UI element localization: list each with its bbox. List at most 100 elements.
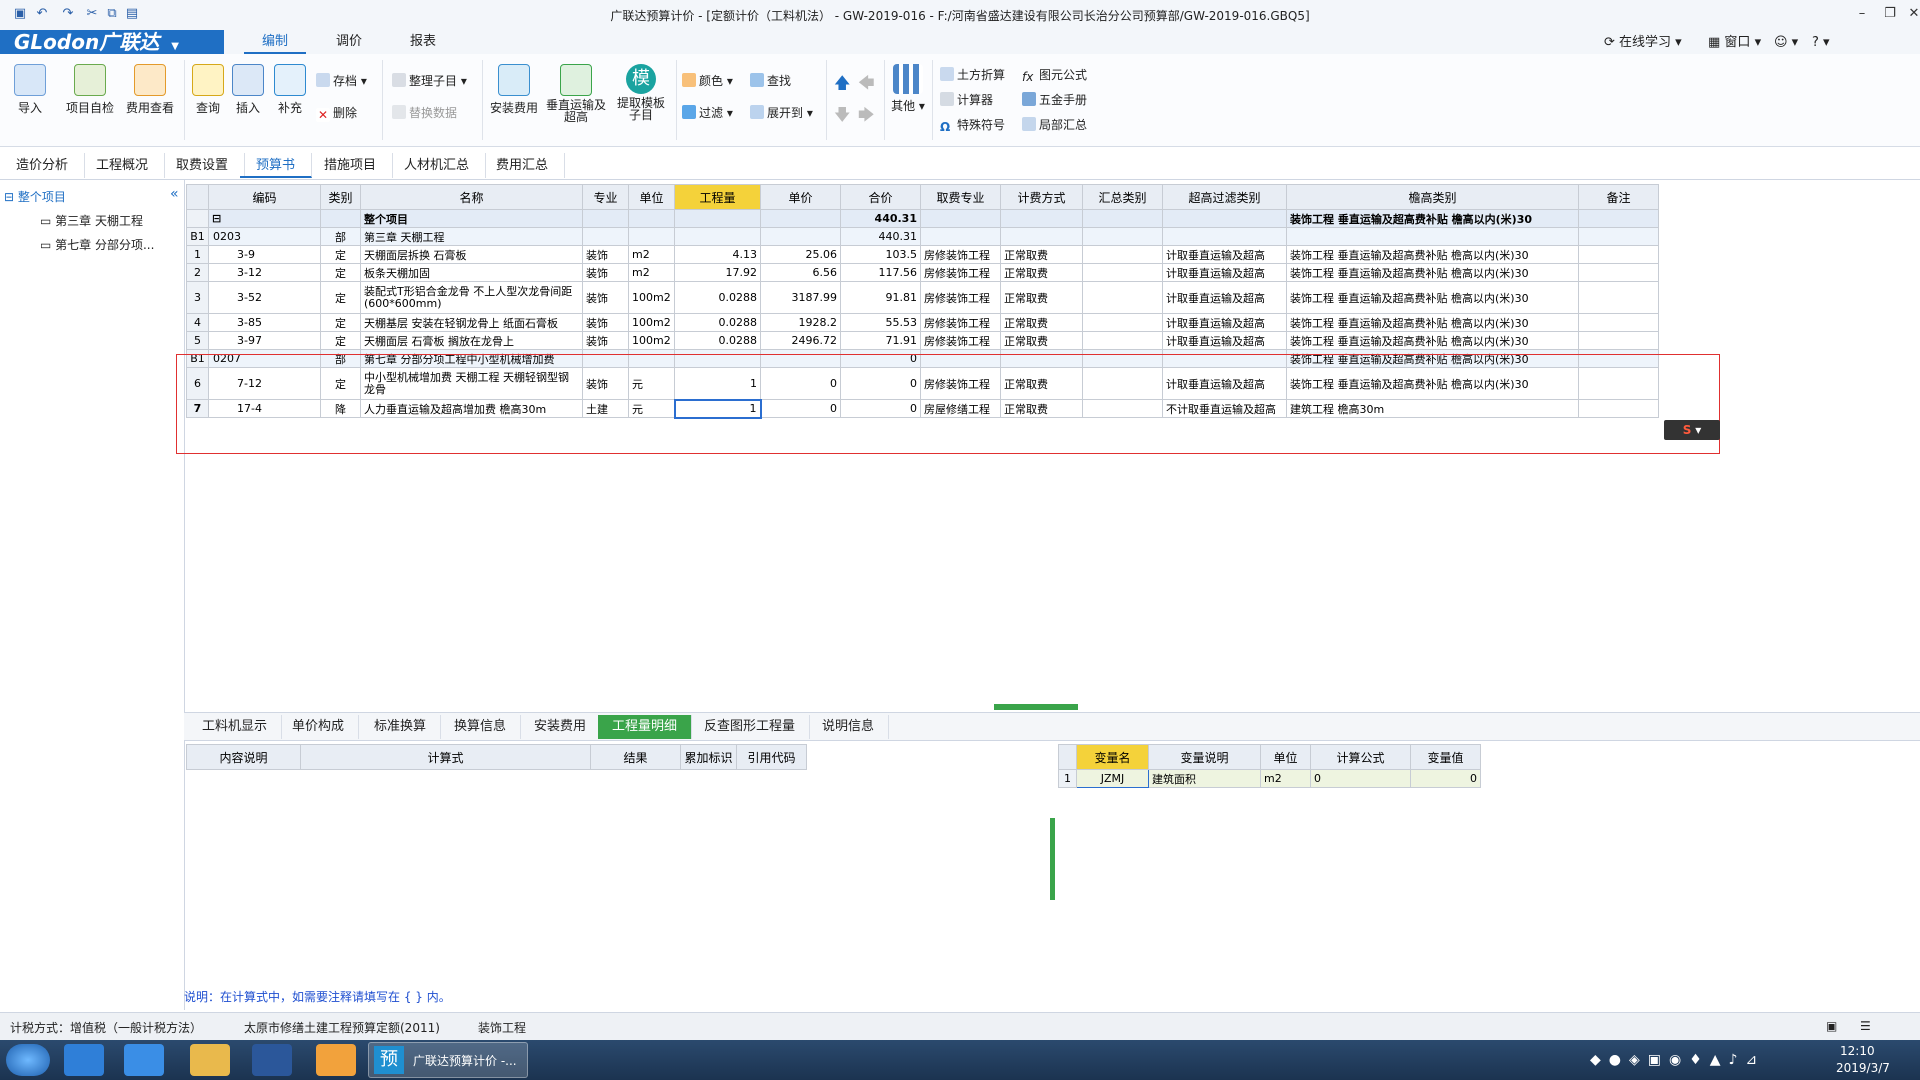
splitter-handle[interactable]	[994, 704, 1078, 710]
cell-code[interactable]: 0203	[208, 227, 321, 246]
cell-code[interactable]: 3-12	[208, 263, 321, 282]
col-remark[interactable]: 备注	[1578, 184, 1659, 210]
table-row[interactable]: 2 3-12 定板条天棚加固 装饰 m2 17.92 6.56 117.56 房修装饰工程 正常取…	[186, 263, 1659, 282]
table-row[interactable]: 3 3-52 定装配式T形铝合金龙骨 不上人型次龙骨间距(600*600mm) 装饰 1…	[186, 281, 1659, 314]
help-icon[interactable]: ? ▾	[1812, 34, 1830, 52]
detail-col-desc[interactable]: 内容说明	[186, 744, 301, 770]
detail-col-formula[interactable]: 计算式	[300, 744, 591, 770]
col-unit[interactable]: 单位	[628, 184, 675, 210]
window-menu[interactable]: ▦ 窗口 ▾	[1708, 34, 1761, 52]
delete-button[interactable]: ✕ 删除	[316, 104, 357, 122]
col-summary-type[interactable]: 汇总类别	[1082, 184, 1163, 210]
table-row[interactable]: 1 JZMJ 建筑面积 m2 0 0	[1058, 769, 1481, 788]
replace-data-button[interactable]: 替换数据	[392, 104, 457, 122]
btab-standard-conversion[interactable]: 标准换算	[360, 715, 442, 739]
folder-icon[interactable]	[190, 1044, 230, 1076]
cell-code[interactable]: 3-97	[208, 331, 321, 350]
move-right-icon[interactable]: 🡆	[858, 104, 875, 131]
ime-toolbar-icon[interactable]: S ▾	[1664, 420, 1720, 440]
move-down-icon[interactable]: 🡇	[834, 104, 850, 131]
extract-template-button[interactable]: 模提取模板子目	[612, 64, 670, 121]
minimize-icon[interactable]: –	[1848, 4, 1876, 24]
table-row[interactable]: 4 3-85 定天棚基层 安装在轻钢龙骨上 纸面石膏板 装饰 100m2 0.0288 19…	[186, 313, 1659, 332]
col-height-filter[interactable]: 超高过滤类别	[1162, 184, 1287, 210]
list-icon[interactable]: ☰	[1860, 1019, 1871, 1033]
start-icon[interactable]	[6, 1044, 50, 1076]
tab-material-summary[interactable]: 人材机汇总	[388, 153, 487, 178]
copy-icon[interactable]: ⧉	[104, 6, 120, 22]
cell-code[interactable]: 3-52	[208, 281, 321, 314]
menu-report[interactable]: 报表	[392, 30, 454, 54]
online-learning-button[interactable]: ⟳ 在线学习 ▾	[1604, 34, 1682, 52]
earthwork-conversion-button[interactable]: 土方折算	[940, 66, 1005, 84]
detail-col-ref[interactable]: 引用代码	[736, 744, 807, 770]
organize-items-button[interactable]: 整理子目 ▾	[392, 72, 467, 90]
install-fee-button[interactable]: 安装费用	[488, 64, 540, 116]
tree-root[interactable]: ⊟ 整个项目	[4, 188, 66, 205]
move-left-icon[interactable]: 🡄	[858, 72, 875, 99]
find-button[interactable]: 查找	[750, 72, 791, 90]
save-icon[interactable]: ▣	[12, 6, 28, 22]
undo-icon[interactable]: ↶	[34, 6, 50, 22]
tab-fee-settings[interactable]: 取费设置	[160, 153, 246, 178]
var-col-unit[interactable]: 单位	[1260, 744, 1311, 770]
btab-conversion-info[interactable]: 换算信息	[440, 715, 522, 739]
col-total[interactable]: 合价	[840, 184, 921, 210]
col-eaves-type[interactable]: 檐高类别	[1286, 184, 1579, 210]
hardware-manual-button[interactable]: 五金手册	[1022, 91, 1087, 109]
table-row[interactable]: 1 3-9 定天棚面层拆换 石膏板 装饰 m2 4.13 25.06 103.5 房修装饰工程正…	[186, 245, 1659, 264]
col-fee-mode[interactable]: 计费方式	[1000, 184, 1083, 210]
menu-edit[interactable]: 编制	[244, 30, 307, 54]
cell-code[interactable]: 3-9	[208, 245, 321, 264]
detail-col-result[interactable]: 结果	[590, 744, 681, 770]
table-row[interactable]: B1 0203 部第三章 天棚工程 440.31	[186, 227, 1659, 246]
btab-quantity-detail[interactable]: 工程量明细	[598, 715, 693, 739]
col-type[interactable]: 类别	[320, 184, 361, 210]
move-up-icon[interactable]: 🡅	[834, 72, 850, 99]
btab-reverse-lookup[interactable]: 反查图形工程量	[690, 715, 811, 739]
cell-code[interactable]: 3-85	[208, 313, 321, 332]
tab-budget-book[interactable]: 预算书	[240, 153, 313, 178]
special-symbol-button[interactable]: Ω 特殊符号	[940, 116, 1005, 134]
close-icon[interactable]: ✕	[1900, 4, 1920, 24]
var-col-value[interactable]: 变量值	[1410, 744, 1481, 770]
app-icon[interactable]	[316, 1044, 356, 1076]
layout-icon[interactable]: ▣	[1826, 1019, 1837, 1033]
var-col-desc[interactable]: 变量说明	[1148, 744, 1261, 770]
tab-cost-analysis[interactable]: 造价分析	[0, 153, 86, 178]
color-button[interactable]: 颜色 ▾	[682, 72, 733, 90]
tree-item-chapter3[interactable]: ▭ 第三章 天棚工程	[40, 212, 143, 229]
var-col-formula[interactable]: 计算公式	[1310, 744, 1411, 770]
btab-description[interactable]: 说明信息	[808, 715, 890, 739]
project-check-button[interactable]: 项目自检	[62, 64, 118, 116]
redo-icon[interactable]: ↷	[60, 6, 76, 22]
import-button[interactable]: 导入	[10, 64, 50, 116]
col-fee-specialty[interactable]: 取费专业	[920, 184, 1001, 210]
cut-icon[interactable]: ✂	[84, 6, 100, 22]
tab-project-overview[interactable]: 工程概况	[80, 153, 166, 178]
col-specialty[interactable]: 专业	[582, 184, 629, 210]
calculator-button[interactable]: 计算器	[940, 91, 993, 109]
fee-view-button[interactable]: 费用查看	[122, 64, 178, 116]
col-code[interactable]: 编码	[208, 184, 321, 210]
paste-icon[interactable]: ▤	[124, 6, 140, 22]
other-button[interactable]: 其他 ▾	[890, 64, 926, 114]
word-icon[interactable]	[252, 1044, 292, 1076]
col-quantity[interactable]: 工程量	[674, 184, 761, 210]
var-name-cell[interactable]: JZMJ	[1076, 769, 1149, 788]
tab-fee-summary[interactable]: 费用汇总	[480, 153, 566, 178]
tree-item-chapter7[interactable]: ▭ 第七章 分部分项...	[40, 236, 154, 253]
table-row-project[interactable]: ⊟ 整个项目 440.31 装饰工程 垂直运输及超高费补贴 檐高以内(米)30	[186, 209, 1659, 228]
query-button[interactable]: 查询	[190, 64, 226, 116]
partial-summary-button[interactable]: 局部汇总	[1022, 116, 1087, 134]
archive-button[interactable]: 存档 ▾	[316, 72, 367, 90]
detail-col-accum[interactable]: 累加标识	[680, 744, 737, 770]
tray-icons[interactable]: ◆●◈▣◉♦▲♪⊿	[1590, 1052, 1765, 1068]
vertical-transport-button[interactable]: 垂直运输及超高	[546, 64, 606, 123]
filter-button[interactable]: 过滤 ▾	[682, 104, 733, 122]
col-name[interactable]: 名称	[360, 184, 583, 210]
user-icon[interactable]: ☺ ▾	[1774, 34, 1798, 52]
app-logo[interactable]: GLodon广联达 ▼	[0, 30, 224, 54]
vertical-splitter[interactable]	[1050, 818, 1055, 900]
btab-labor-material[interactable]: 工料机显示	[188, 715, 283, 739]
